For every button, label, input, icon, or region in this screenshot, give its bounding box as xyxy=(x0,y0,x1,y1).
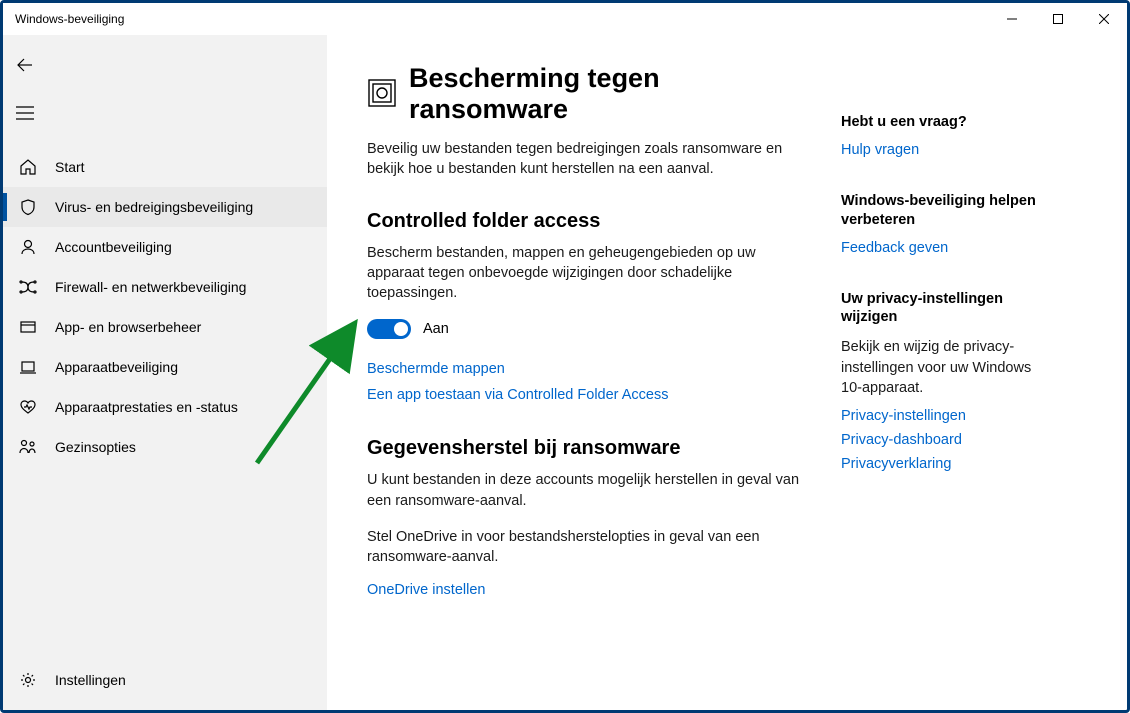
feedback-widget: Windows-beveiliging helpen verbeteren Fe… xyxy=(841,192,1051,256)
device-icon xyxy=(17,356,39,378)
nav-item-virus[interactable]: Virus- en bedreigingsbeveiliging xyxy=(3,187,327,227)
nav-item-start[interactable]: Start xyxy=(3,147,327,187)
nav-item-family[interactable]: Gezinsopties xyxy=(3,427,327,467)
account-icon xyxy=(17,236,39,258)
nav-item-appbrowser[interactable]: App- en browserbeheer xyxy=(3,307,327,347)
link-feedback[interactable]: Feedback geven xyxy=(841,240,1051,256)
maximize-button[interactable] xyxy=(1035,3,1081,35)
gear-icon xyxy=(17,669,39,691)
minimize-button[interactable] xyxy=(989,3,1035,35)
hamburger-button[interactable] xyxy=(3,91,47,135)
cfa-description: Bescherm bestanden, mappen en geheugenge… xyxy=(367,243,807,304)
link-help[interactable]: Hulp vragen xyxy=(841,142,1051,158)
recovery-title: Gegevensherstel bij ransomware xyxy=(367,437,807,460)
close-button[interactable] xyxy=(1081,3,1127,35)
help-title: Hebt u een vraag? xyxy=(841,113,1051,132)
nav-label: App- en browserbeheer xyxy=(55,319,201,335)
main-content: Bescherming tegen ransomware Beveilig uw… xyxy=(327,35,1127,710)
window-controls xyxy=(989,3,1127,35)
feedback-title: Windows-beveiliging helpen verbeteren xyxy=(841,192,1051,230)
nav-item-health[interactable]: Apparaatprestaties en -status xyxy=(3,387,327,427)
cfa-toggle-label: Aan xyxy=(423,321,449,337)
nav-label: Virus- en bedreigingsbeveiliging xyxy=(55,199,253,215)
help-widget: Hebt u een vraag? Hulp vragen xyxy=(841,113,1051,158)
family-icon xyxy=(17,436,39,458)
back-button[interactable] xyxy=(3,43,47,87)
nav-label: Apparaatprestaties en -status xyxy=(55,399,238,415)
link-allow-app[interactable]: Een app toestaan via Controlled Folder A… xyxy=(367,387,807,403)
link-protected-folders[interactable]: Beschermde mappen xyxy=(367,361,807,377)
nav-label: Accountbeveiliging xyxy=(55,239,172,255)
firewall-icon xyxy=(17,276,39,298)
link-privacy-dashboard[interactable]: Privacy-dashboard xyxy=(841,432,1051,448)
titlebar: Windows-beveiliging xyxy=(3,3,1127,35)
home-icon xyxy=(17,156,39,178)
nav-list: Start Virus- en bedreigingsbeveiliging A… xyxy=(3,139,327,467)
cfa-toggle[interactable] xyxy=(367,319,411,339)
onedrive-description: Stel OneDrive in voor bestandsherstelopt… xyxy=(367,527,807,568)
nav-label: Firewall- en netwerkbeveiliging xyxy=(55,279,246,295)
page-description: Beveilig uw bestanden tegen bedreigingen… xyxy=(367,139,807,180)
appbrowser-icon xyxy=(17,316,39,338)
nav-label: Gezinsopties xyxy=(55,439,136,455)
nav-item-firewall[interactable]: Firewall- en netwerkbeveiliging xyxy=(3,267,327,307)
privacy-title: Uw privacy-instellingen wijzigen xyxy=(841,290,1051,328)
link-privacy-statement[interactable]: Privacyverklaring xyxy=(841,456,1051,472)
nav-item-device[interactable]: Apparaatbeveiliging xyxy=(3,347,327,387)
cfa-title: Controlled folder access xyxy=(367,210,807,233)
nav-item-settings[interactable]: Instellingen xyxy=(3,660,327,700)
privacy-widget: Uw privacy-instellingen wijzigen Bekijk … xyxy=(841,290,1051,473)
page-title: Bescherming tegen ransomware xyxy=(409,63,807,125)
sidebar: Start Virus- en bedreigingsbeveiliging A… xyxy=(3,35,327,710)
link-privacy-settings[interactable]: Privacy-instellingen xyxy=(841,408,1051,424)
health-icon xyxy=(17,396,39,418)
nav-label: Start xyxy=(55,159,85,175)
window-title: Windows-beveiliging xyxy=(15,12,124,26)
link-onedrive-setup[interactable]: OneDrive instellen xyxy=(367,582,807,598)
right-column: Hebt u een vraag? Hulp vragen Windows-be… xyxy=(841,63,1051,690)
privacy-description: Bekijk en wijzig de privacy-instellingen… xyxy=(841,337,1051,398)
nav-label: Instellingen xyxy=(55,672,126,688)
recovery-description: U kunt bestanden in deze accounts mogeli… xyxy=(367,470,807,511)
ransomware-icon xyxy=(367,78,397,111)
nav-label: Apparaatbeveiliging xyxy=(55,359,178,375)
shield-icon xyxy=(17,196,39,218)
nav-item-account[interactable]: Accountbeveiliging xyxy=(3,227,327,267)
